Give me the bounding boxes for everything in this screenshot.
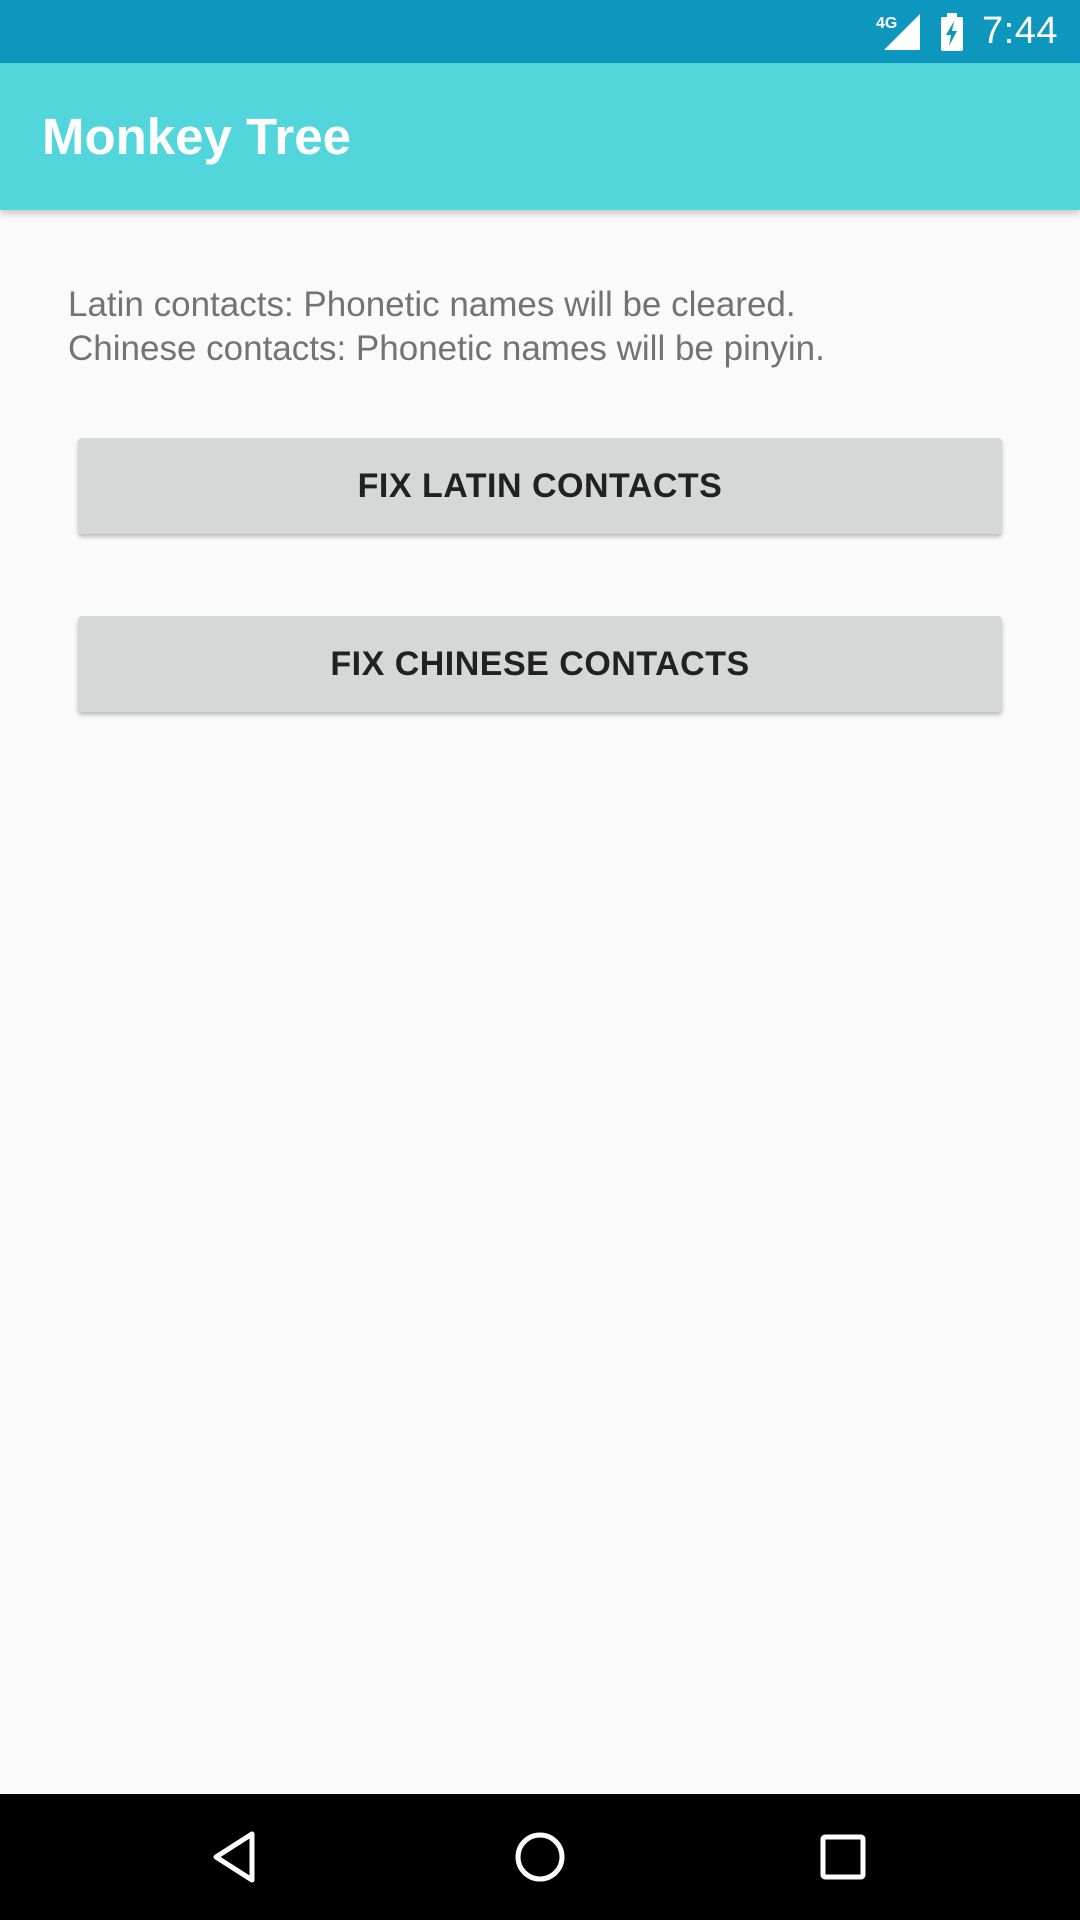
battery-charging-icon [941,12,964,51]
fix-latin-contacts-button[interactable]: FIX LATIN CONTACTS [78,438,1002,534]
app-title: Monkey Tree [42,108,351,165]
home-icon [515,1832,565,1882]
recents-button[interactable] [783,1794,903,1920]
info-text: Latin contacts: Phonetic names will be c… [68,283,825,371]
back-button[interactable] [175,1794,295,1920]
navigation-bar [0,1794,1080,1920]
status-bar: 4G 7:44 [0,0,1080,63]
back-icon [213,1831,255,1883]
signal-icon: 4G [876,13,921,50]
network-type-label: 4G [876,15,897,32]
main-content: Latin contacts: Phonetic names will be c… [0,210,1080,1794]
status-icons: 4G 7:44 [876,0,1058,63]
app-bar: Monkey Tree [0,63,1080,210]
fix-chinese-contacts-button[interactable]: FIX CHINESE CONTACTS [78,616,1002,712]
info-line-latin: Latin contacts: Phonetic names will be c… [68,285,796,324]
recents-icon [820,1834,866,1880]
home-button[interactable] [480,1794,600,1920]
info-line-chinese: Chinese contacts: Phonetic names will be… [68,329,825,368]
status-time: 7:44 [982,10,1058,52]
